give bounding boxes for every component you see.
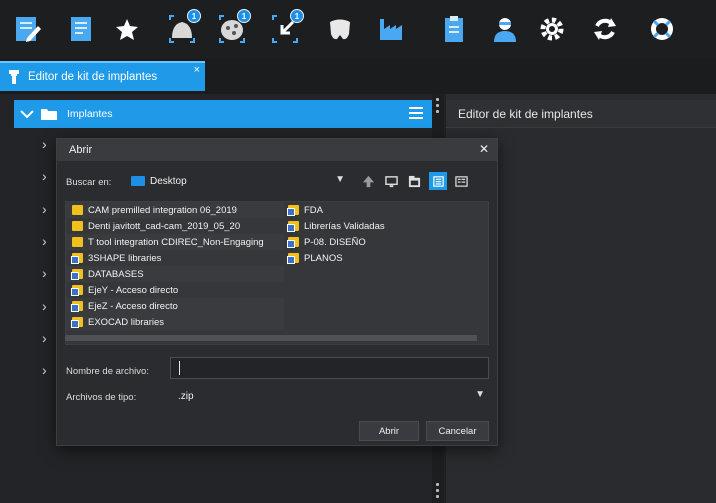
chevron-down-icon: ▼ [335, 174, 345, 185]
document-icon[interactable] [64, 12, 98, 46]
jaw-icon[interactable] [323, 12, 357, 46]
dialog-title: Abrir [69, 144, 93, 156]
list-item[interactable]: DATABASES [71, 266, 144, 282]
file-list[interactable]: CAM premilled integration 06_2019 Denti … [65, 201, 489, 345]
filetype-select[interactable]: .zip ▼ [170, 386, 489, 406]
panel-title: Implantes [67, 108, 113, 120]
list-item[interactable]: Denti javitott_cad-cam_2019_05_20 [72, 218, 240, 234]
folder-shortcut-icon [71, 317, 83, 328]
chevron-right-icon[interactable]: › [42, 201, 47, 217]
desktop-button[interactable] [382, 172, 400, 190]
folder-shortcut-icon [287, 237, 299, 248]
chevron-right-icon[interactable]: › [42, 362, 47, 378]
scan-upper-icon[interactable]: 1 [165, 9, 201, 46]
chevron-right-icon[interactable]: › [42, 265, 47, 281]
kit-editor-header: Editor de kit de implantes [446, 100, 716, 128]
notification-badge: 1 [237, 9, 251, 23]
folder-shortcut-icon [71, 253, 83, 264]
list-item[interactable]: T tool integration CDIREC_Non-Engaging [72, 234, 264, 250]
chevron-right-icon[interactable]: › [42, 330, 47, 346]
chevron-down-icon[interactable] [19, 109, 35, 119]
filetype-label: Archivos de tipo: [66, 392, 137, 403]
list-item[interactable]: Librerías Validadas [287, 218, 385, 234]
chevron-right-icon[interactable]: › [42, 168, 47, 184]
tab-strip: Editor de kit de implantes × [0, 58, 716, 94]
star-icon[interactable] [110, 12, 144, 46]
up-folder-button[interactable] [359, 172, 377, 190]
main-toolbar: 1 1 1 [0, 0, 716, 58]
look-in-label: Buscar en: [66, 177, 112, 188]
list-item[interactable]: PLANOS [287, 250, 343, 266]
list-item[interactable]: 3SHAPE libraries [71, 250, 161, 266]
text-caret [179, 361, 180, 375]
folder-shortcut-icon [71, 285, 83, 296]
list-item[interactable]: EjeZ - Acceso directo [71, 298, 178, 314]
tab-label: Editor de kit de implantes [28, 71, 158, 83]
folder-icon [72, 237, 83, 247]
look-in-value: Desktop [150, 175, 187, 187]
new-folder-button[interactable] [405, 172, 423, 190]
filename-label: Nombre de archivo: [66, 366, 149, 377]
look-in-dropdown[interactable]: Desktop ▼ [131, 171, 345, 191]
folder-shortcut-icon [71, 269, 83, 280]
list-item[interactable]: EXOCAD libraries [71, 314, 164, 330]
horizontal-scrollbar[interactable] [65, 335, 477, 341]
list-item[interactable]: FDA [287, 202, 323, 218]
detail-view-button[interactable] [452, 172, 470, 190]
scan-lower-icon[interactable]: 1 [215, 9, 251, 46]
folder-icon [41, 109, 57, 120]
dialog-titlebar[interactable]: Abrir ✕ [57, 139, 497, 161]
list-view-button[interactable] [429, 172, 447, 190]
cancel-button[interactable]: Cancelar [426, 421, 489, 441]
hamburger-menu-icon[interactable] [409, 107, 423, 122]
notification-badge: 1 [187, 9, 201, 23]
detail-view-icon [454, 175, 468, 187]
chevron-right-icon[interactable]: › [42, 298, 47, 314]
chevron-right-icon[interactable]: › [42, 136, 47, 152]
filetype-value: .zip [178, 390, 194, 402]
folder-shortcut-icon [71, 301, 83, 312]
folder-shortcut-icon [287, 253, 299, 264]
edit-document-icon[interactable] [10, 12, 44, 46]
factory-icon[interactable] [374, 12, 408, 46]
open-file-dialog: Abrir ✕ Buscar en: Desktop ▼ CAM premill… [56, 138, 498, 446]
folder-shortcut-icon [287, 205, 299, 216]
chevron-down-icon: ▼ [475, 389, 485, 400]
folder-icon [72, 221, 83, 231]
user-icon[interactable] [488, 12, 522, 46]
gear-icon[interactable] [535, 12, 569, 46]
monitor-icon [384, 175, 398, 187]
close-icon[interactable]: ✕ [479, 142, 489, 156]
lifebuoy-icon[interactable] [645, 12, 679, 46]
filename-input[interactable] [170, 357, 489, 379]
refresh-icon[interactable] [588, 12, 622, 46]
implant-icon [9, 70, 19, 84]
new-folder-icon [408, 175, 420, 187]
import-icon[interactable]: 1 [268, 9, 304, 46]
notification-badge: 1 [290, 9, 304, 23]
tab-implant-kit-editor[interactable]: Editor de kit de implantes × [0, 61, 205, 91]
list-item[interactable]: CAM premilled integration 06_2019 [72, 202, 237, 218]
list-view-icon [432, 175, 444, 187]
arrow-up-icon [362, 175, 374, 187]
list-item[interactable]: EjeY - Acceso directo [71, 282, 178, 298]
open-button[interactable]: Abrir [359, 421, 419, 441]
list-item[interactable]: P-08. DISEÑO [287, 234, 366, 250]
clipboard-icon[interactable] [437, 12, 471, 46]
folder-icon [72, 205, 83, 215]
chevron-right-icon[interactable]: › [42, 233, 47, 249]
implants-panel-header[interactable]: Implantes [14, 100, 433, 128]
folder-shortcut-icon [287, 221, 299, 232]
desktop-folder-icon [131, 176, 145, 186]
close-icon[interactable]: × [194, 64, 200, 76]
